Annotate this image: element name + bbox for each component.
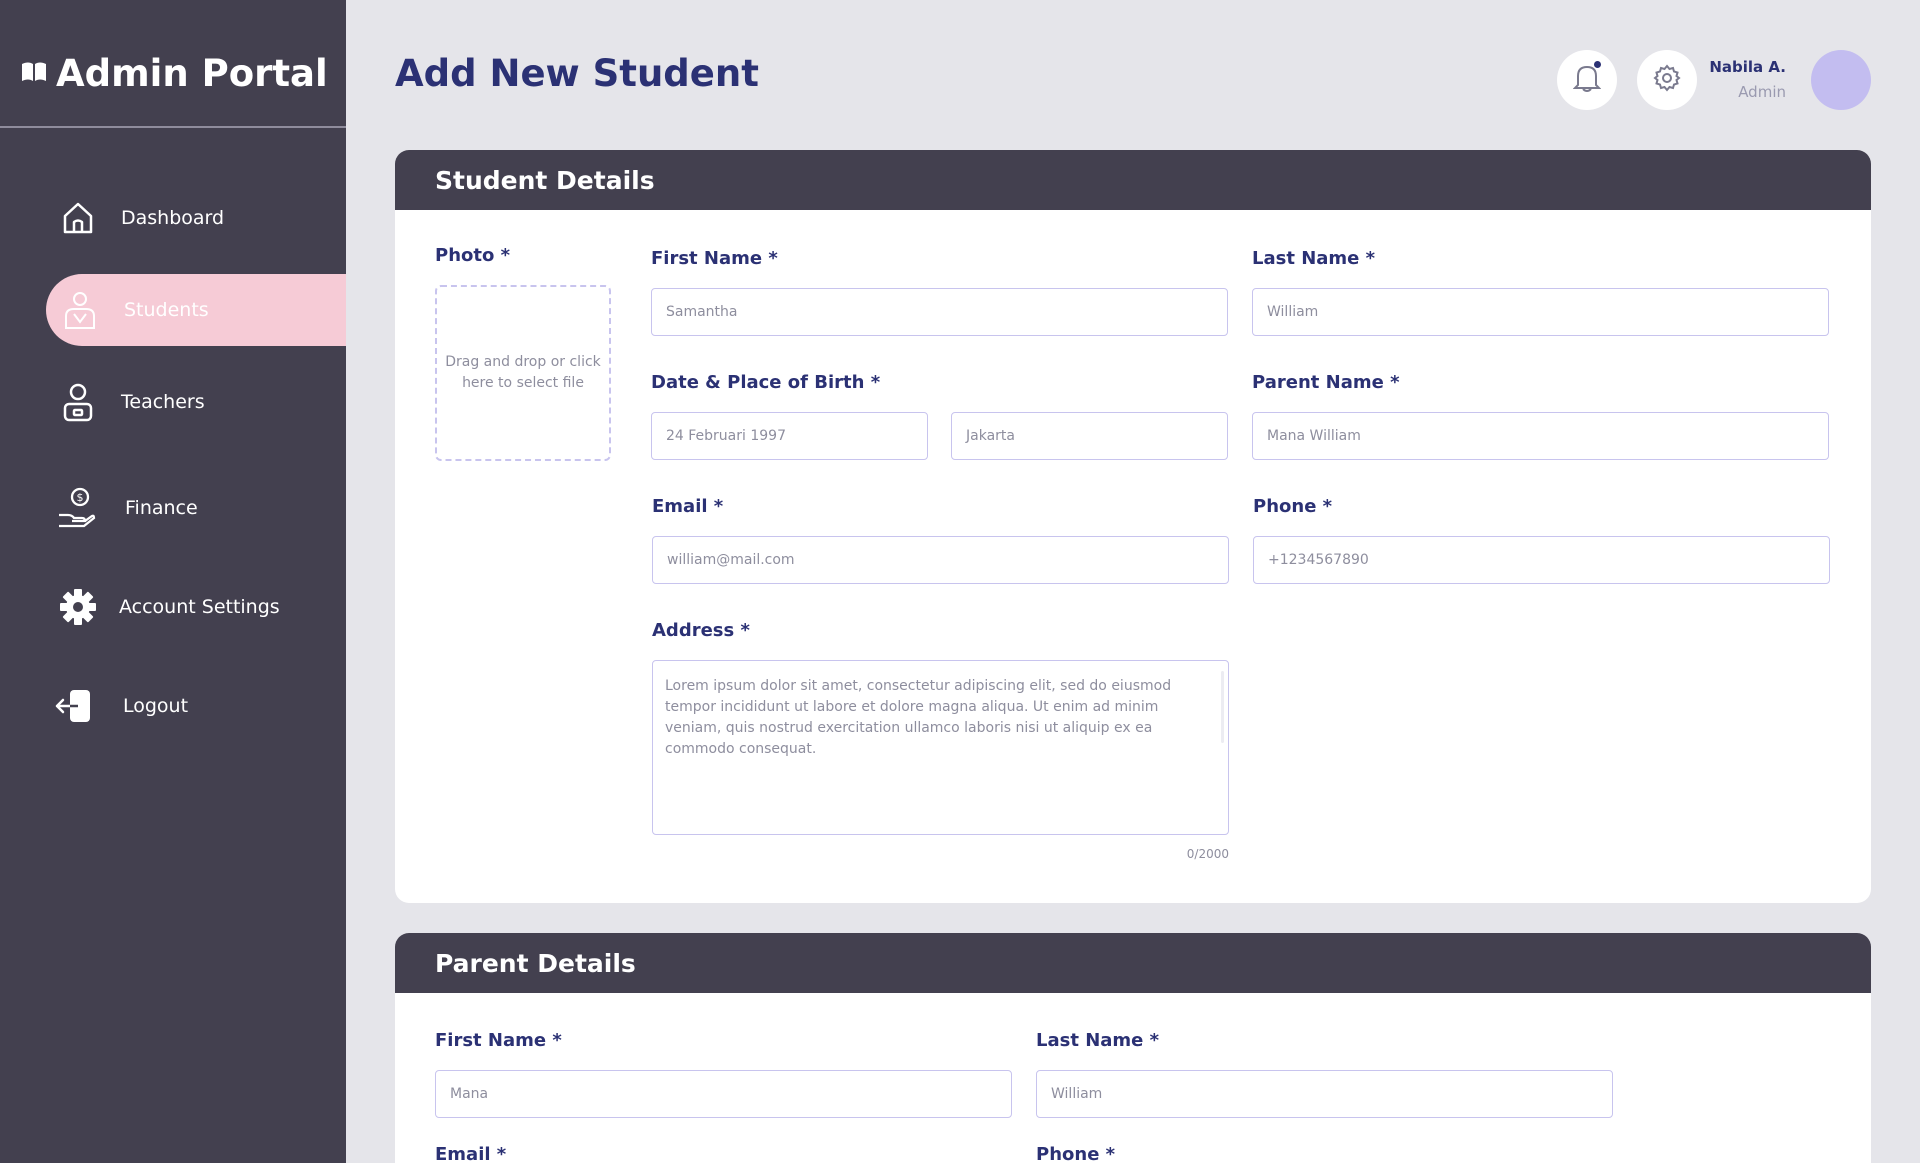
parent-first-name-input[interactable]: Mana <box>435 1070 1012 1118</box>
book-icon <box>20 58 48 90</box>
address-label: Address * <box>652 620 750 641</box>
home-icon <box>58 198 98 238</box>
sidebar-item-students[interactable]: Students <box>46 274 346 346</box>
photo-dropzone[interactable]: Drag and drop or click here to select fi… <box>435 285 611 461</box>
avatar[interactable] <box>1811 50 1871 110</box>
gear-icon <box>1653 64 1681 96</box>
notification-button[interactable] <box>1557 50 1617 110</box>
student-icon <box>60 290 100 330</box>
last-name-label: Last Name * <box>1252 248 1376 269</box>
settings-button[interactable] <box>1637 50 1697 110</box>
email-input[interactable]: william@mail.com <box>652 536 1229 584</box>
phone-input[interactable]: +1234567890 <box>1253 536 1830 584</box>
sidebar-item-label: Teachers <box>121 391 205 413</box>
brand: Admin Portal <box>20 52 328 95</box>
parent-phone-label: Phone * <box>1036 1144 1116 1163</box>
notification-dot <box>1593 60 1602 69</box>
parent-name-label: Parent Name * <box>1252 372 1400 393</box>
sidebar-item-label: Account Settings <box>119 596 280 618</box>
address-char-counter: 0/2000 <box>1186 847 1229 861</box>
student-details-card: Student Details Photo * Drag and drop or… <box>395 150 1871 903</box>
sidebar-item-label: Finance <box>125 497 198 519</box>
birth-date-input[interactable]: 24 Februari 1997 <box>651 412 928 460</box>
sidebar: Admin Portal Dashboard Students Teachers… <box>0 0 346 1163</box>
address-placeholder: Lorem ipsum dolor sit amet, consectetur … <box>665 678 1172 757</box>
parent-email-label: Email * <box>435 1144 507 1163</box>
user-role: Admin <box>1738 83 1786 101</box>
birth-place-input[interactable]: Jakarta <box>951 412 1228 460</box>
birth-label: Date & Place of Birth * <box>651 372 881 393</box>
parent-name-input[interactable]: Mana William <box>1252 412 1829 460</box>
finance-icon: $ <box>56 487 96 528</box>
parent-first-name-label: First Name * <box>435 1030 562 1051</box>
svg-text:$: $ <box>77 491 84 504</box>
gear-icon <box>58 587 98 627</box>
email-label: Email * <box>652 496 724 517</box>
parent-details-title: Parent Details <box>395 933 1871 993</box>
divider <box>0 126 346 128</box>
logout-icon <box>54 686 94 726</box>
user-name: Nabila A. <box>1709 58 1786 76</box>
teacher-icon <box>58 382 98 422</box>
parent-details-card: Parent Details First Name * Mana Last Na… <box>395 933 1871 1163</box>
first-name-input[interactable]: Samantha <box>651 288 1228 336</box>
parent-last-name-label: Last Name * <box>1036 1030 1160 1051</box>
page-title: Add New Student <box>395 52 759 95</box>
app-title: Admin Portal <box>56 52 328 95</box>
photo-label: Photo * <box>435 245 511 266</box>
sidebar-item-label: Students <box>124 299 209 321</box>
last-name-input[interactable]: William <box>1252 288 1829 336</box>
student-details-title: Student Details <box>395 150 1871 210</box>
sidebar-item-label: Logout <box>123 695 189 717</box>
sidebar-item-label: Dashboard <box>121 207 225 229</box>
parent-last-name-input[interactable]: William <box>1036 1070 1613 1118</box>
phone-label: Phone * <box>1253 496 1333 517</box>
textarea-scrollbar[interactable] <box>1221 671 1224 743</box>
address-textarea[interactable]: Lorem ipsum dolor sit amet, consectetur … <box>652 660 1229 835</box>
first-name-label: First Name * <box>651 248 778 269</box>
